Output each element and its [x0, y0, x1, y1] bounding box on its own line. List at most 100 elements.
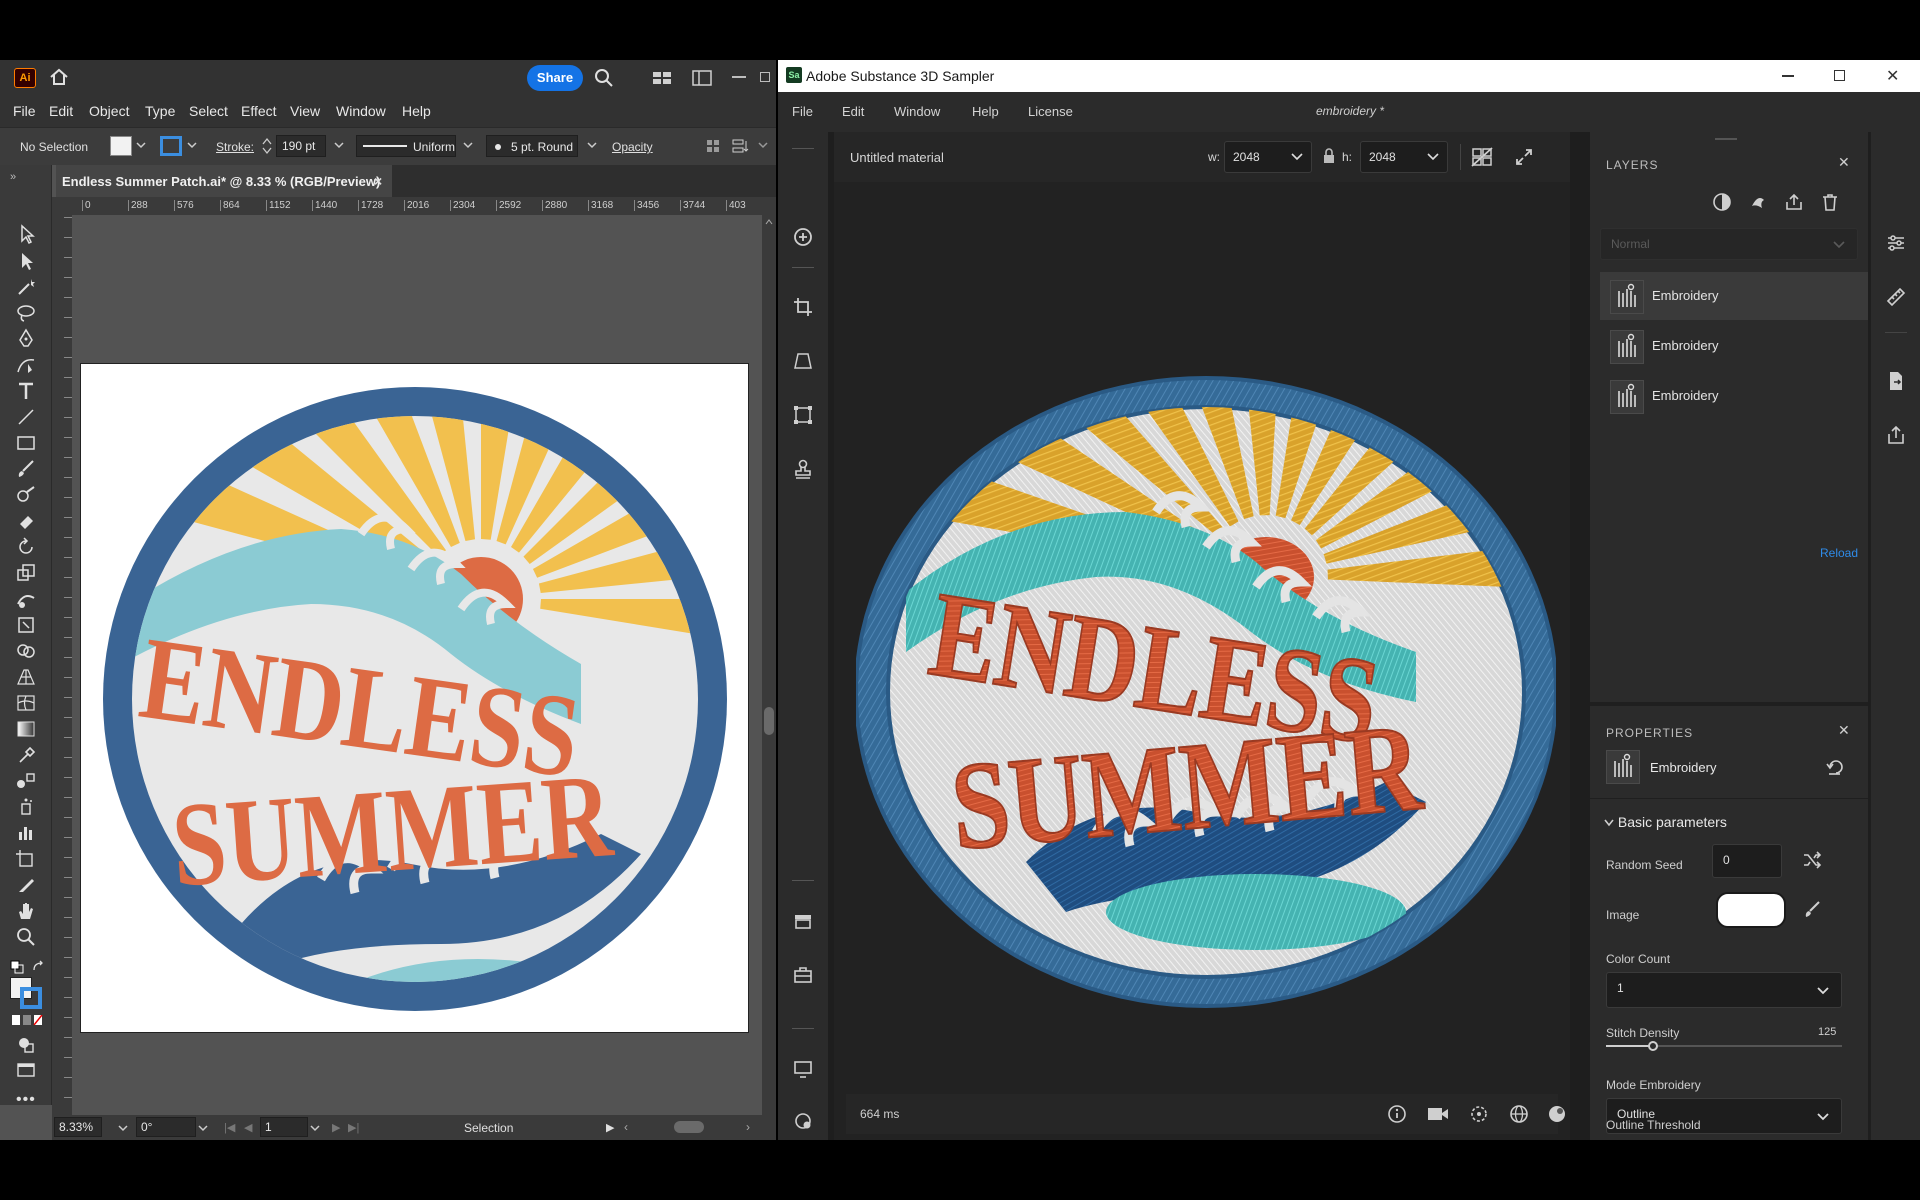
stitch-density-slider-handle[interactable] [1648, 1041, 1659, 1051]
lasso-tool-icon[interactable] [14, 302, 38, 324]
artboard[interactable]: ENDLESS SUMMER [80, 363, 749, 1033]
share-button[interactable]: Share [527, 65, 583, 91]
gradient-tool-icon[interactable] [14, 718, 38, 740]
hscroll-right-chevron-icon[interactable]: › [746, 1120, 750, 1134]
brush-chevron-icon[interactable] [587, 141, 597, 149]
tiling-toggle-icon[interactable] [1470, 146, 1494, 168]
3d-view-icon[interactable] [1508, 1103, 1530, 1125]
basic-parameters-section[interactable]: Basic parameters [1604, 814, 1727, 830]
profile-chevron-icon[interactable] [463, 141, 473, 149]
draw-mode-icon[interactable] [14, 1033, 38, 1055]
arrange-documents-icon[interactable] [652, 70, 672, 86]
home-icon[interactable] [48, 67, 70, 87]
slice-tool-icon[interactable] [14, 874, 38, 896]
material-sphere-icon[interactable] [1546, 1103, 1568, 1125]
column-graph-tool-icon[interactable] [14, 822, 38, 844]
menu-select[interactable]: Select [189, 103, 228, 119]
material-name[interactable]: Untitled material [850, 150, 944, 165]
stroke-color-box[interactable] [20, 987, 42, 1009]
opacity-link[interactable]: Opacity [612, 140, 653, 154]
menu-edit[interactable]: Edit [49, 103, 73, 119]
free-transform-tool-icon[interactable] [14, 614, 38, 636]
type-tool-icon[interactable] [14, 380, 38, 402]
collapse-panel-icon[interactable]: » [10, 171, 16, 183]
eraser-tool-icon[interactable] [14, 510, 38, 532]
fill-swatch[interactable] [110, 136, 132, 156]
layer-row[interactable]: Embroidery [1600, 372, 1868, 420]
fill-dropdown-chevron-icon[interactable] [136, 141, 146, 149]
stroke-dropdown-chevron-icon[interactable] [187, 141, 197, 149]
close-window-icon[interactable]: ✕ [1886, 66, 1899, 86]
status-menu-arrow-icon[interactable]: ▶ [606, 1121, 614, 1134]
lock-aspect-icon[interactable] [1322, 148, 1336, 164]
maximize-icon[interactable] [1834, 70, 1845, 81]
close-layers-icon[interactable]: ✕ [1838, 154, 1850, 171]
randomize-seed-icon[interactable] [1802, 850, 1822, 870]
magic-wand-tool-icon[interactable] [14, 276, 38, 298]
close-tab-icon[interactable]: × [374, 173, 382, 189]
menu-view[interactable]: View [290, 103, 320, 119]
layer-row[interactable]: Embroidery [1600, 322, 1868, 370]
eyedropper-tool-icon[interactable] [14, 744, 38, 766]
direct-selection-tool-icon[interactable] [14, 250, 38, 272]
workspace-switcher-icon[interactable] [692, 70, 712, 86]
zoom-level-field[interactable]: 8.33% [54, 1117, 102, 1137]
edit-toolbar-more-icon[interactable]: ••• [16, 1091, 36, 1109]
color-count-dropdown[interactable]: 1 [1606, 972, 1842, 1008]
blend-tool-icon[interactable] [14, 770, 38, 792]
zoom-chevron-icon[interactable] [118, 1124, 128, 1132]
menu-edit[interactable]: Edit [842, 104, 864, 119]
stroke-weight-input[interactable]: 190 pt [276, 135, 326, 157]
previous-artboard-icon[interactable]: ◀ [244, 1121, 252, 1134]
crop-icon[interactable] [792, 296, 814, 318]
width-dropdown[interactable]: 2048 [1224, 141, 1312, 173]
document-tab[interactable]: Endless Summer Patch.ai* @ 8.33 % (RGB/P… [56, 165, 392, 197]
artboard-number-field[interactable]: 1 [260, 1117, 308, 1137]
rotate-tool-icon[interactable] [14, 536, 38, 558]
adjustments-icon[interactable] [1885, 232, 1907, 254]
share-export-icon[interactable] [1885, 424, 1907, 446]
add-filter-icon[interactable] [1748, 192, 1768, 212]
pen-tool-icon[interactable] [14, 328, 38, 350]
menu-help[interactable]: Help [402, 103, 431, 119]
menu-help[interactable]: Help [972, 104, 999, 119]
stamp-icon[interactable] [792, 458, 814, 480]
mesh-tool-icon[interactable] [14, 692, 38, 714]
stroke-weight-chevron-icon[interactable] [334, 141, 344, 149]
artboard-tool-icon[interactable] [14, 848, 38, 870]
height-dropdown[interactable]: 2048 [1360, 141, 1448, 173]
paintbrush-tool-icon[interactable] [14, 458, 38, 480]
hand-tool-icon[interactable] [14, 900, 38, 922]
line-segment-tool-icon[interactable] [14, 406, 38, 428]
export-document-icon[interactable] [1885, 370, 1907, 392]
search-icon[interactable] [594, 68, 614, 88]
reset-icon[interactable] [1826, 758, 1846, 776]
rotation-field[interactable]: 0° [136, 1117, 196, 1137]
add-fill-layer-icon[interactable] [1712, 192, 1732, 212]
illustrator-canvas[interactable]: ENDLESS SUMMER [72, 215, 762, 1140]
menu-effect[interactable]: Effect [241, 103, 277, 119]
panel-grip[interactable] [1715, 138, 1737, 140]
info-icon[interactable] [1386, 1103, 1408, 1125]
add-icon[interactable] [792, 226, 814, 248]
curvature-tool-icon[interactable] [14, 354, 38, 376]
first-artboard-icon[interactable]: |◀ [224, 1121, 235, 1134]
brush-definition-dropdown[interactable]: 5 pt. Round [486, 135, 578, 157]
shaper-tool-icon[interactable] [14, 484, 38, 506]
rectangle-tool-icon[interactable] [14, 432, 38, 454]
assets-icon[interactable] [792, 910, 814, 932]
rotate-light-icon[interactable] [1468, 1103, 1490, 1125]
zoom-tool-icon[interactable] [14, 926, 38, 948]
symbol-sprayer-tool-icon[interactable] [14, 796, 38, 818]
align-icon[interactable] [706, 139, 720, 153]
scale-tool-icon[interactable] [14, 562, 38, 584]
variable-width-profile-dropdown[interactable]: Uniform [356, 135, 456, 157]
rotation-chevron-icon[interactable] [198, 1124, 208, 1132]
stroke-swatch[interactable] [160, 136, 182, 156]
perspective-grid-tool-icon[interactable] [14, 666, 38, 688]
menu-window[interactable]: Window [336, 103, 386, 119]
next-artboard-icon[interactable]: ▶ [332, 1121, 340, 1134]
toolbox-icon[interactable] [792, 964, 814, 986]
arrange-icon[interactable] [732, 138, 750, 154]
selection-tool-icon[interactable] [14, 223, 38, 245]
